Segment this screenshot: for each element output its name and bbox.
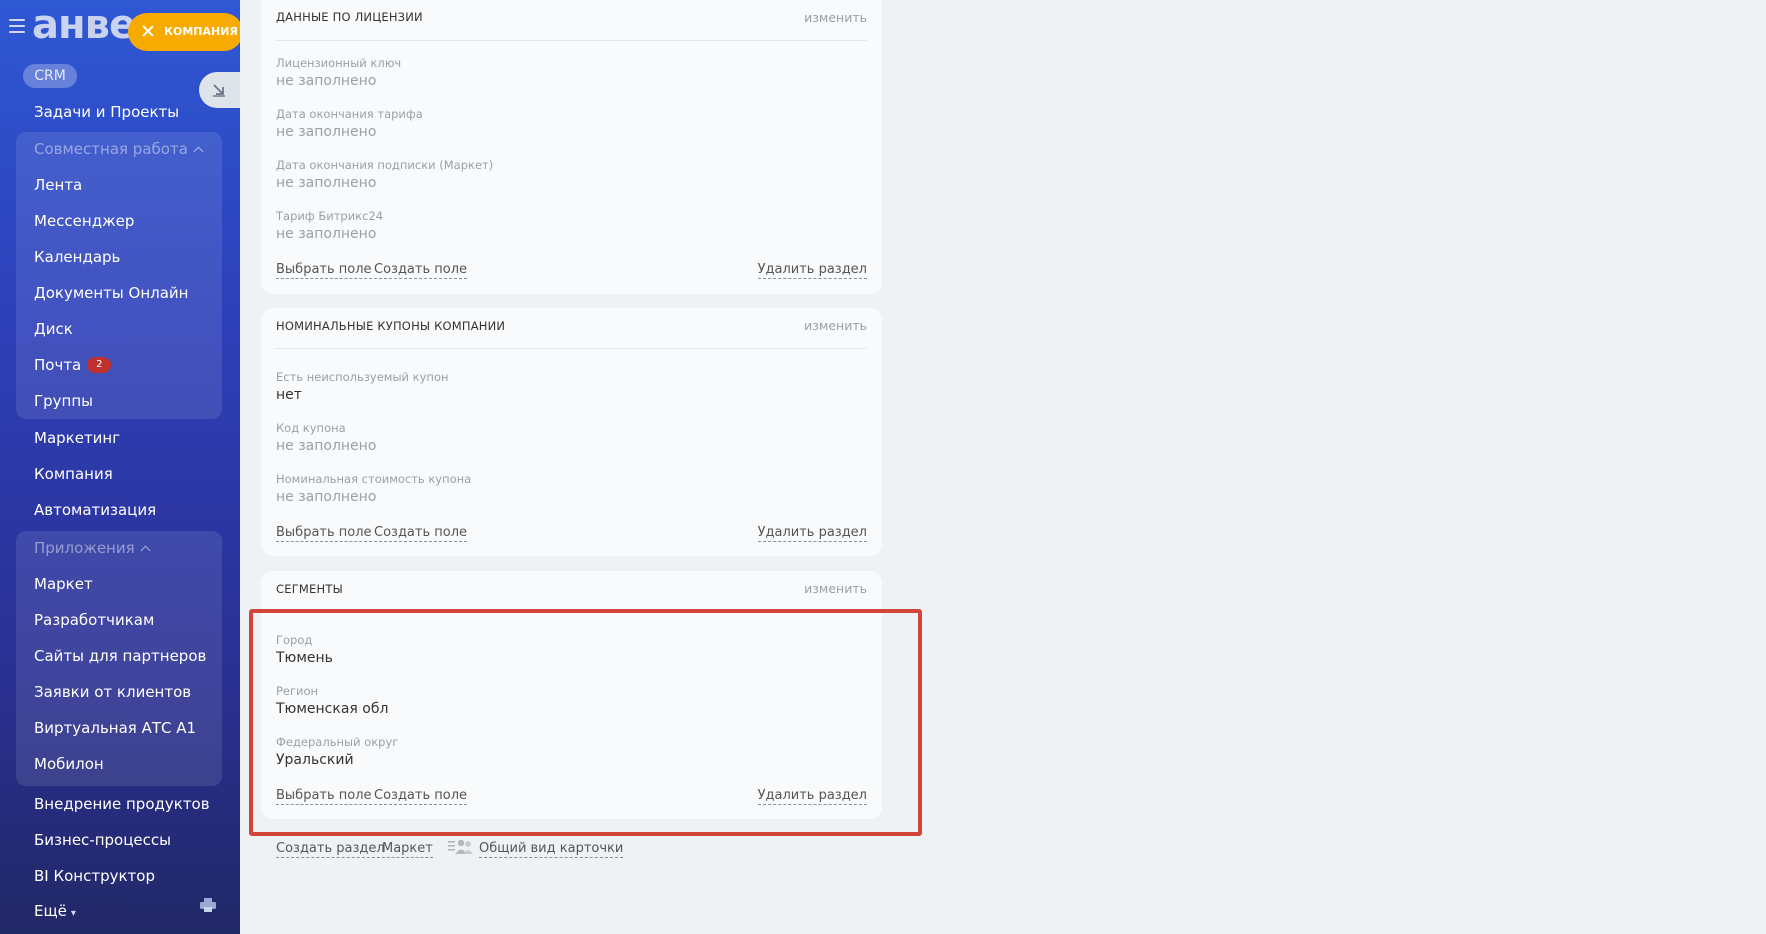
field-value[interactable]: не заполнено xyxy=(276,438,376,454)
create-field-link[interactable]: Создать поле xyxy=(374,525,468,542)
select-field-link[interactable]: Выбрать поле xyxy=(276,262,372,279)
delete-section-link[interactable]: Удалить раздел xyxy=(757,262,867,279)
field-label: Есть неиспользуемый купон xyxy=(276,370,449,384)
sidebar-item-calendar[interactable]: Календарь xyxy=(34,248,120,266)
sidebar-item-disk[interactable]: Диск xyxy=(34,320,73,338)
edit-link[interactable]: изменить xyxy=(804,581,867,596)
field-value[interactable]: не заполнено xyxy=(276,175,376,191)
common-card-view-link[interactable]: Общий вид карточки xyxy=(479,841,624,858)
field-label: Тариф Битрикс24 xyxy=(276,209,384,223)
highlight-frame xyxy=(249,609,922,836)
sidebar-item-developers[interactable]: Разработчикам xyxy=(34,611,154,629)
collab-group-title[interactable]: Совместная работа xyxy=(34,140,204,158)
sidebar-item-more[interactable]: Ещё ▾ xyxy=(34,902,76,920)
market-link[interactable]: Маркет xyxy=(382,841,433,858)
apps-group-title[interactable]: Приложения xyxy=(34,539,151,557)
section-title: НОМИНАЛЬНЫЕ КУПОНЫ КОМПАНИИ xyxy=(276,319,506,333)
edit-link[interactable]: изменить xyxy=(804,10,867,25)
sidebar: анвер CRM Задачи и Проекты Совместная ра… xyxy=(0,0,240,934)
chevron-up-icon xyxy=(140,545,151,556)
divider xyxy=(276,40,867,41)
field-value[interactable]: не заполнено xyxy=(276,73,376,89)
field-label: Дата окончания подписки (Маркет) xyxy=(276,158,494,172)
field-label: Лицензионный ключ xyxy=(276,56,402,70)
sidebar-item-tasks[interactable]: Задачи и Проекты xyxy=(34,103,179,121)
sidebar-item-company[interactable]: Компания xyxy=(34,465,113,483)
section-title: ДАННЫЕ ПО ЛИЦЕНЗИИ xyxy=(276,10,423,24)
menu-icon[interactable] xyxy=(9,19,25,33)
chevron-down-icon: ▾ xyxy=(70,908,76,919)
sidebar-item-market[interactable]: Маркет xyxy=(34,575,93,593)
sidebar-item-virtual-ats[interactable]: Виртуальная АТС А1 xyxy=(34,719,196,737)
field-label: Дата окончания тарифа xyxy=(276,107,423,121)
arrow-down-right-icon xyxy=(213,84,225,97)
sidebar-item-product-implementation[interactable]: Внедрение продуктов xyxy=(34,795,210,813)
sidebar-item-client-requests[interactable]: Заявки от клиентов xyxy=(34,683,191,701)
field-label: Код купона xyxy=(276,421,346,435)
sidebar-item-feed[interactable]: Лента xyxy=(34,176,82,194)
field-label: Номинальная стоимость купона xyxy=(276,472,472,486)
create-field-link[interactable]: Создать поле xyxy=(374,262,468,279)
section-license: ДАННЫЕ ПО ЛИЦЕНЗИИ изменить Лицензионный… xyxy=(261,0,882,294)
create-section-link[interactable]: Создать раздел xyxy=(276,841,385,858)
sidebar-item-mail[interactable]: Почта 2 xyxy=(34,356,112,374)
delete-section-link[interactable]: Удалить раздел xyxy=(757,525,867,542)
edit-link[interactable]: изменить xyxy=(804,318,867,333)
close-icon[interactable] xyxy=(142,25,154,37)
collapse-button[interactable] xyxy=(199,72,240,108)
sidebar-item-messenger[interactable]: Мессенджер xyxy=(34,212,134,230)
sidebar-item-bi-constructor[interactable]: BI Конструктор xyxy=(34,867,155,885)
sidebar-item-crm[interactable]: CRM xyxy=(23,64,77,88)
sidebar-item-docs[interactable]: Документы Онлайн xyxy=(34,284,188,302)
field-value[interactable]: не заполнено xyxy=(276,226,376,242)
printer-icon[interactable] xyxy=(200,898,216,912)
sidebar-item-mobilon[interactable]: Мобилон xyxy=(34,755,104,773)
sidebar-item-groups[interactable]: Группы xyxy=(34,392,93,410)
chevron-up-icon xyxy=(193,146,204,157)
field-value[interactable]: не заполнено xyxy=(276,124,376,140)
sidebar-item-automation[interactable]: Автоматизация xyxy=(34,501,156,519)
divider xyxy=(276,348,867,349)
mail-badge: 2 xyxy=(87,356,112,373)
company-badge[interactable]: КОМПАНИЯ xyxy=(128,13,243,51)
sidebar-item-partner-sites[interactable]: Сайты для партнеров xyxy=(34,647,206,665)
select-field-link[interactable]: Выбрать поле xyxy=(276,525,372,542)
section-title: СЕГМЕНТЫ xyxy=(276,582,343,596)
field-value[interactable]: не заполнено xyxy=(276,489,376,505)
section-coupons: НОМИНАЛЬНЫЕ КУПОНЫ КОМПАНИИ изменить Ест… xyxy=(261,308,882,556)
sidebar-item-business-processes[interactable]: Бизнес-процессы xyxy=(34,831,171,849)
field-value[interactable]: нет xyxy=(276,387,302,403)
users-icon xyxy=(448,839,473,854)
sidebar-item-marketing[interactable]: Маркетинг xyxy=(34,429,120,447)
